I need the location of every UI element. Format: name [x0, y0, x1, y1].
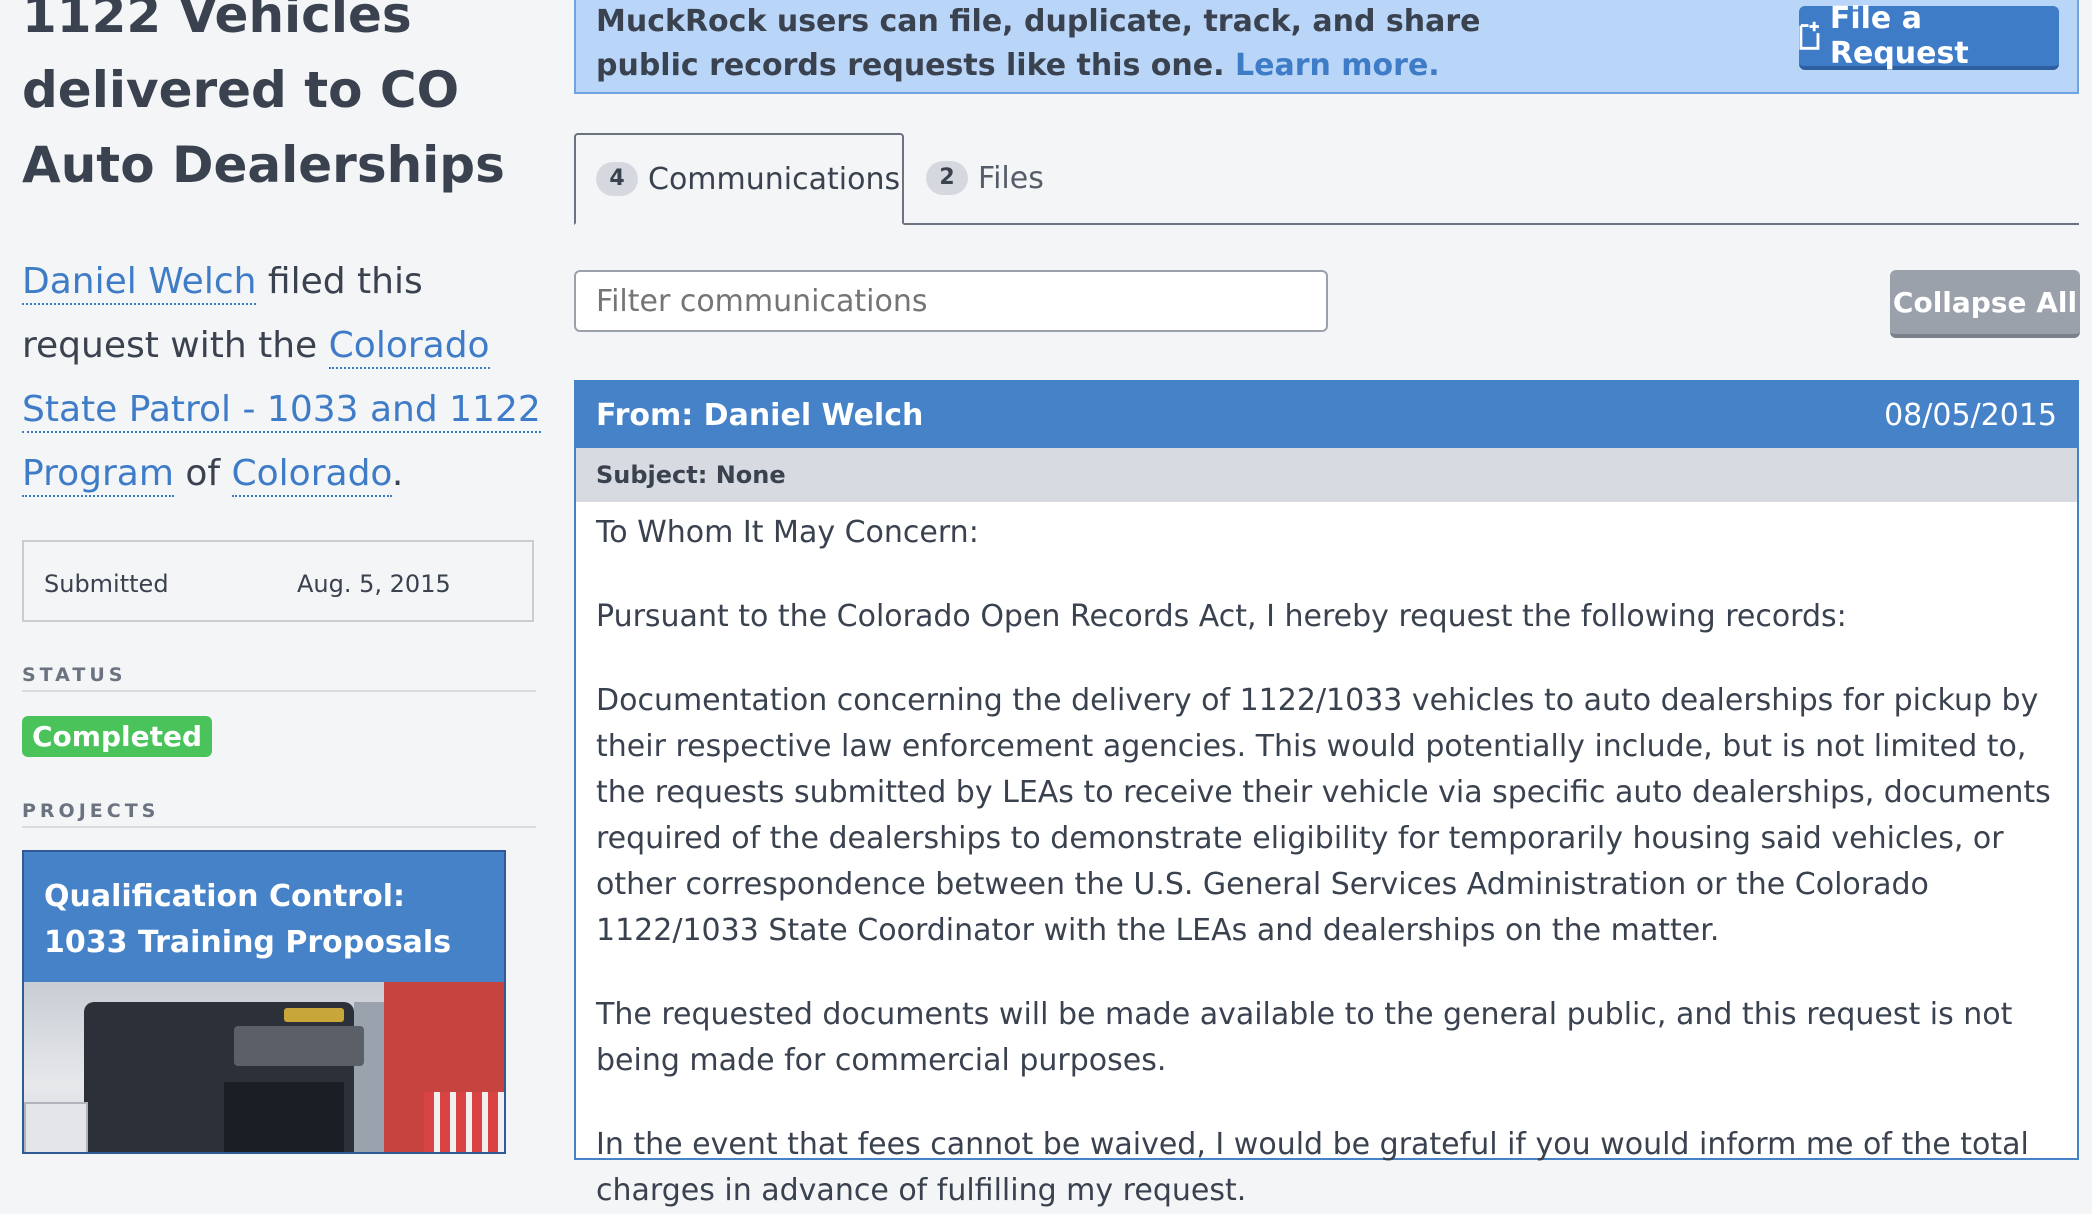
tab-files-label: Files [978, 160, 1044, 196]
submitted-label: Submitted [44, 570, 169, 598]
jurisdiction-link[interactable]: Colorado [231, 453, 392, 497]
collapse-all-button[interactable]: Collapse All [1890, 270, 2080, 338]
banner-text-block: MuckRock users can file, duplicate, trac… [596, 0, 1576, 88]
status-badge: Completed [22, 716, 213, 757]
page-title: 1122 Vehicles delivered to CO Auto Deale… [22, 0, 505, 194]
project-title[interactable]: Qualification Control: 1033 Training Pro… [24, 852, 504, 982]
filer-link[interactable]: Daniel Welch [22, 261, 257, 305]
filed-period: . [391, 453, 404, 494]
communication-from: From: Daniel Welch [596, 397, 924, 433]
submitted-date: Aug. 5, 2015 [297, 570, 451, 598]
filter-communications-input[interactable] [574, 270, 1328, 332]
tab-communications[interactable]: 4 Communications [574, 133, 904, 225]
tab-bar: 4 Communications 2 Files [574, 133, 2079, 225]
communication-subject: Subject: None [576, 448, 2077, 502]
projects-heading: PROJECTS [22, 800, 536, 828]
status-heading: STATUS [22, 664, 536, 692]
body-paragraph: Documentation concerning the delivery of… [596, 683, 2051, 948]
communication: From: Daniel Welch 08/05/2015 Subject: N… [574, 380, 2079, 1208]
communication-header[interactable]: From: Daniel Welch 08/05/2015 [576, 382, 2077, 448]
tab-communications-label: Communications [648, 161, 901, 197]
project-card[interactable]: Qualification Control: 1033 Training Pro… [22, 850, 506, 1154]
new-file-icon [1799, 21, 1820, 50]
body-paragraph: To Whom It May Concern: [596, 515, 979, 550]
communications-count: 4 [596, 162, 638, 196]
tab-files[interactable]: 2 Files [926, 133, 1044, 223]
file-request-label: File a Request [1829, 1, 1969, 71]
project-image [24, 982, 504, 1152]
communication-body: To Whom It May Concern: Pursuant to the … [576, 502, 2077, 1214]
request-summary: Daniel Welch filed this request with the… [22, 250, 542, 506]
communication-date: 08/05/2015 [1884, 397, 2057, 433]
body-paragraph: Pursuant to the Colorado Open Records Ac… [596, 599, 1847, 634]
file-request-button[interactable]: File a Request [1799, 1, 2059, 71]
learn-more-link[interactable]: Learn more. [1235, 48, 1440, 83]
info-banner: MuckRock users can file, duplicate, trac… [574, 0, 2079, 94]
filed-of-text: of [185, 453, 221, 494]
files-count: 2 [926, 161, 968, 195]
dates-box: Submitted Aug. 5, 2015 [22, 540, 534, 622]
body-paragraph: In the event that fees cannot be waived,… [596, 1127, 2029, 1208]
body-paragraph: The requested documents will be made ava… [596, 997, 2013, 1078]
